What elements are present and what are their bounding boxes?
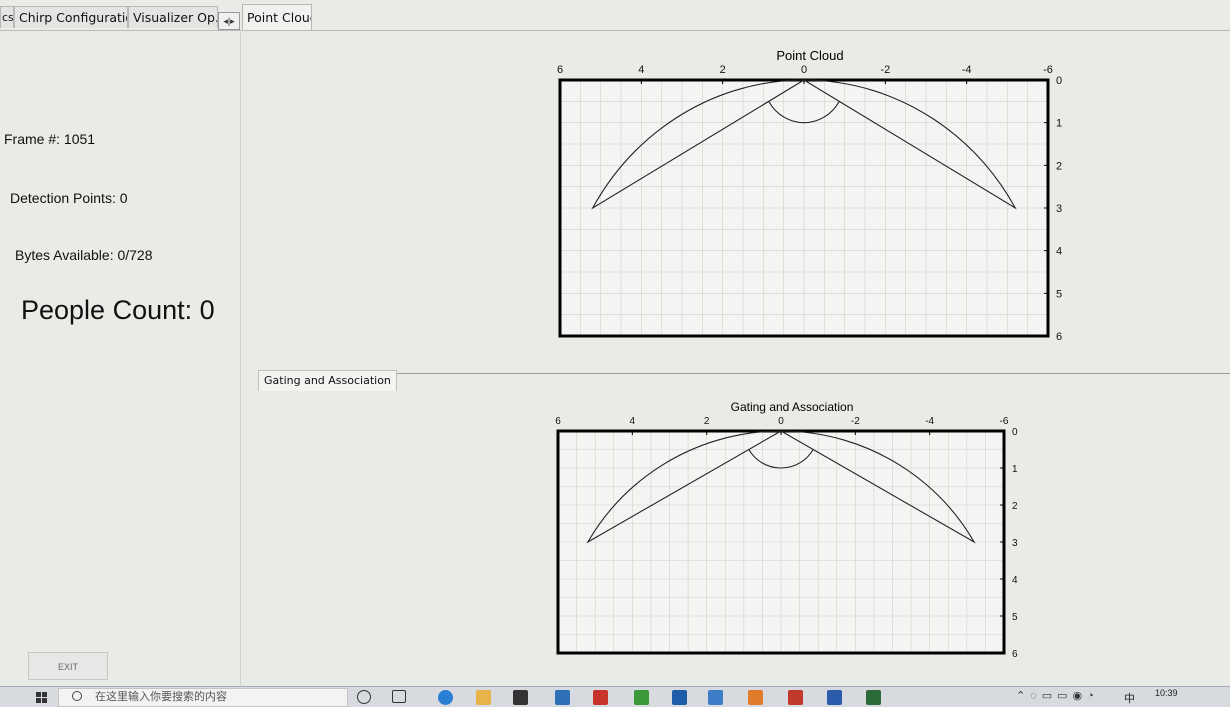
- y-tick-label: 6: [1012, 649, 1018, 660]
- gating-association-plot: Gating and Association 6 4 2 0 -2 -4 -6 0 1 2 3 4 5…: [555, 400, 1018, 660]
- x-tick-label: -2: [851, 416, 860, 427]
- y-tick-label: 2: [1056, 160, 1062, 172]
- y-tick-label: 1: [1056, 118, 1062, 130]
- point-cloud-plot: Point Cloud 6 4 2 0 -2 -4 -6 0 1 2 3 4 5 6: [557, 48, 1062, 343]
- windows-start-icon[interactable]: [36, 692, 48, 704]
- plot-title: Point Cloud: [776, 48, 843, 63]
- x-tick-label: -4: [925, 416, 934, 427]
- windows-taskbar: 在这里输入你要搜索的内容 ⌃◌▭▭◉◔ 中 10:39: [0, 686, 1230, 707]
- app-terminal-icon[interactable]: [866, 690, 881, 705]
- app-cube-icon[interactable]: [788, 690, 803, 705]
- cortana-icon[interactable]: [357, 690, 371, 704]
- ime-indicator[interactable]: 中: [1124, 690, 1135, 706]
- store-icon[interactable]: [513, 690, 528, 705]
- y-tick-label: 3: [1012, 538, 1018, 549]
- word-icon[interactable]: [827, 690, 842, 705]
- system-tray-icons[interactable]: ⌃◌▭▭◉◔: [1016, 689, 1099, 702]
- x-tick-label: 6: [557, 64, 563, 76]
- wechat-icon[interactable]: [634, 690, 649, 705]
- y-tick-label: 1: [1012, 464, 1018, 475]
- x-tick-label: -6: [1000, 416, 1009, 427]
- y-tick-label: 3: [1056, 203, 1062, 215]
- y-tick-label: 0: [1056, 75, 1062, 87]
- y-tick-label: 5: [1056, 288, 1062, 300]
- y-tick-label: 6: [1056, 331, 1062, 343]
- x-tick-label: 0: [778, 416, 784, 427]
- x-tick-label: 4: [630, 416, 636, 427]
- x-tick-label: 2: [720, 64, 726, 76]
- y-tick-label: 0: [1012, 427, 1018, 438]
- x-tick-label: -4: [962, 64, 972, 76]
- task-view-icon[interactable]: [392, 690, 406, 703]
- x-tick-label: 0: [801, 64, 807, 76]
- y-tick-label: 5: [1012, 612, 1018, 623]
- taskbar-search-input[interactable]: 在这里输入你要搜索的内容: [58, 688, 348, 707]
- plots-layer: Point Cloud 6 4 2 0 -2 -4 -6 0 1 2 3 4 5 6 Gating an…: [555, 48, 1062, 660]
- y-tick-label: 2: [1012, 501, 1018, 512]
- file-explorer-icon[interactable]: [476, 690, 491, 705]
- x-tick-label: 4: [638, 64, 644, 76]
- x-tick-label: 6: [555, 416, 561, 427]
- x-tick-label: 2: [704, 416, 710, 427]
- matlab-icon[interactable]: [748, 690, 763, 705]
- taskbar-clock[interactable]: 10:39: [1155, 688, 1178, 698]
- y-tick-label: 4: [1012, 575, 1018, 586]
- app-settings-icon[interactable]: [708, 690, 723, 705]
- y-tick-label: 4: [1056, 246, 1062, 258]
- app-person-icon[interactable]: [672, 690, 687, 705]
- x-tick-label: -6: [1043, 64, 1053, 76]
- search-icon: [72, 691, 82, 701]
- edge-browser-icon[interactable]: [438, 690, 453, 705]
- office-icon[interactable]: [593, 690, 608, 705]
- x-tick-label: -2: [880, 64, 890, 76]
- plot-title: Gating and Association: [731, 400, 854, 414]
- mail-icon[interactable]: [555, 690, 570, 705]
